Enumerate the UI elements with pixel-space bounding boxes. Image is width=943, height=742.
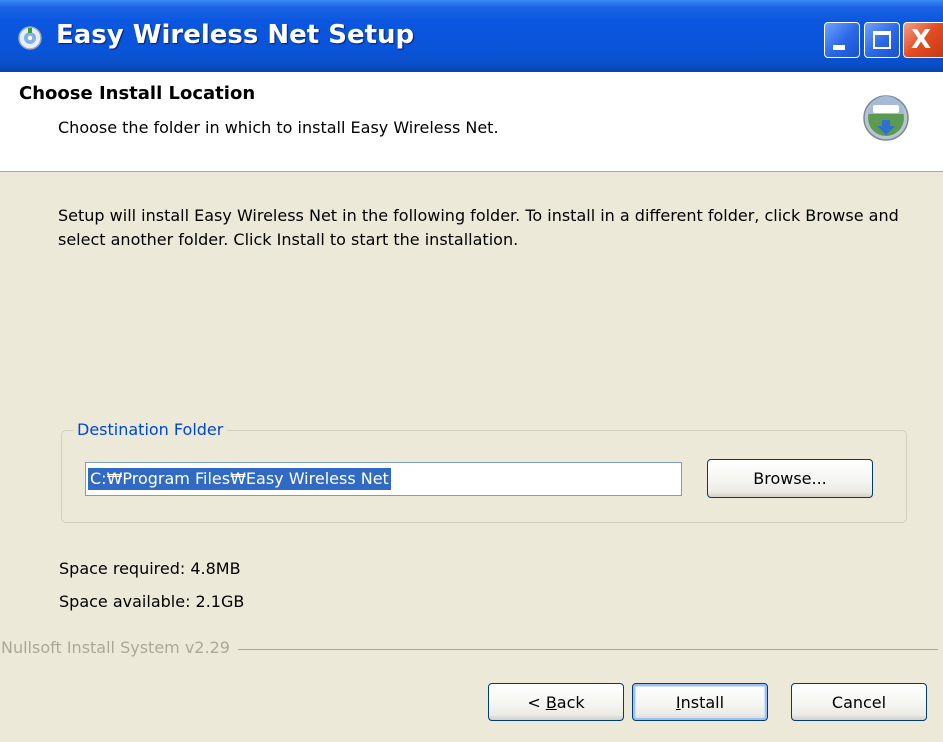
page-subtitle: Choose the folder in which to install Ea… <box>58 118 499 137</box>
install-disc-icon <box>863 95 909 141</box>
destination-path-input[interactable]: C:₩Program Files₩Easy Wireless Net <box>85 462 682 496</box>
install-label-rest: nstall <box>680 692 725 712</box>
nsis-branding: Nullsoft Install System v2.29 <box>0 638 238 657</box>
page-title: Choose Install Location <box>19 83 256 104</box>
back-label-accel: B <box>545 692 557 712</box>
page-header: Choose Install Location Choose the folde… <box>0 72 943 172</box>
space-available-text: Space available: 2.1GB <box>59 592 245 611</box>
install-instructions: Setup will install Easy Wireless Net in … <box>58 206 899 249</box>
browse-button[interactable]: Browse... <box>707 459 873 498</box>
back-label-prefix: < <box>527 692 546 712</box>
maximize-icon <box>873 31 891 49</box>
cancel-button[interactable]: Cancel <box>791 683 927 721</box>
install-button[interactable]: Install <box>632 683 768 721</box>
installer-icon <box>18 26 42 50</box>
close-button[interactable]: X <box>903 22 943 58</box>
maximize-button[interactable] <box>864 22 900 58</box>
back-button[interactable]: < Back <box>488 683 624 721</box>
setup-window: Easy Wireless Net Setup X Choose Install… <box>0 0 943 742</box>
minimize-button[interactable] <box>824 22 860 58</box>
back-label-rest: ack <box>556 692 585 712</box>
space-required-text: Space required: 4.8MB <box>59 559 241 578</box>
destination-folder-label: Destination Folder <box>73 420 228 439</box>
title-bar[interactable]: Easy Wireless Net Setup X <box>0 0 943 72</box>
window-title: Easy Wireless Net Setup <box>56 20 415 50</box>
destination-path-text: C:₩Program Files₩Easy Wireless Net <box>88 468 391 490</box>
minimize-icon <box>833 45 845 50</box>
close-icon: X <box>911 25 932 55</box>
